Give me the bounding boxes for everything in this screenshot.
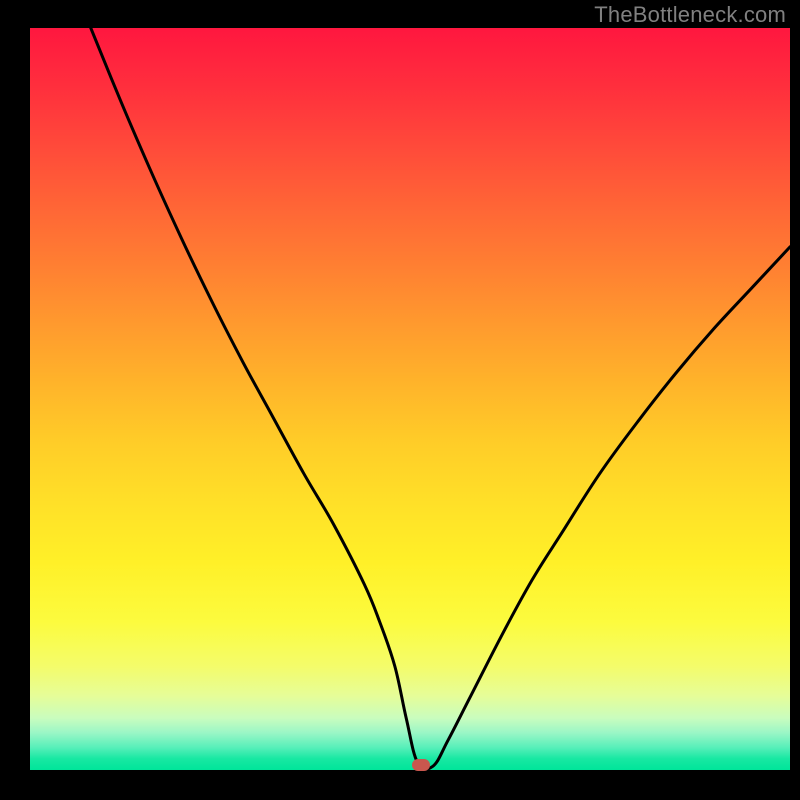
plot-area	[30, 28, 790, 770]
chart-frame: TheBottleneck.com	[0, 0, 800, 800]
bottleneck-curve	[91, 28, 790, 769]
watermark-text: TheBottleneck.com	[594, 2, 786, 28]
optimum-marker	[412, 759, 430, 771]
curve-svg	[30, 28, 790, 770]
